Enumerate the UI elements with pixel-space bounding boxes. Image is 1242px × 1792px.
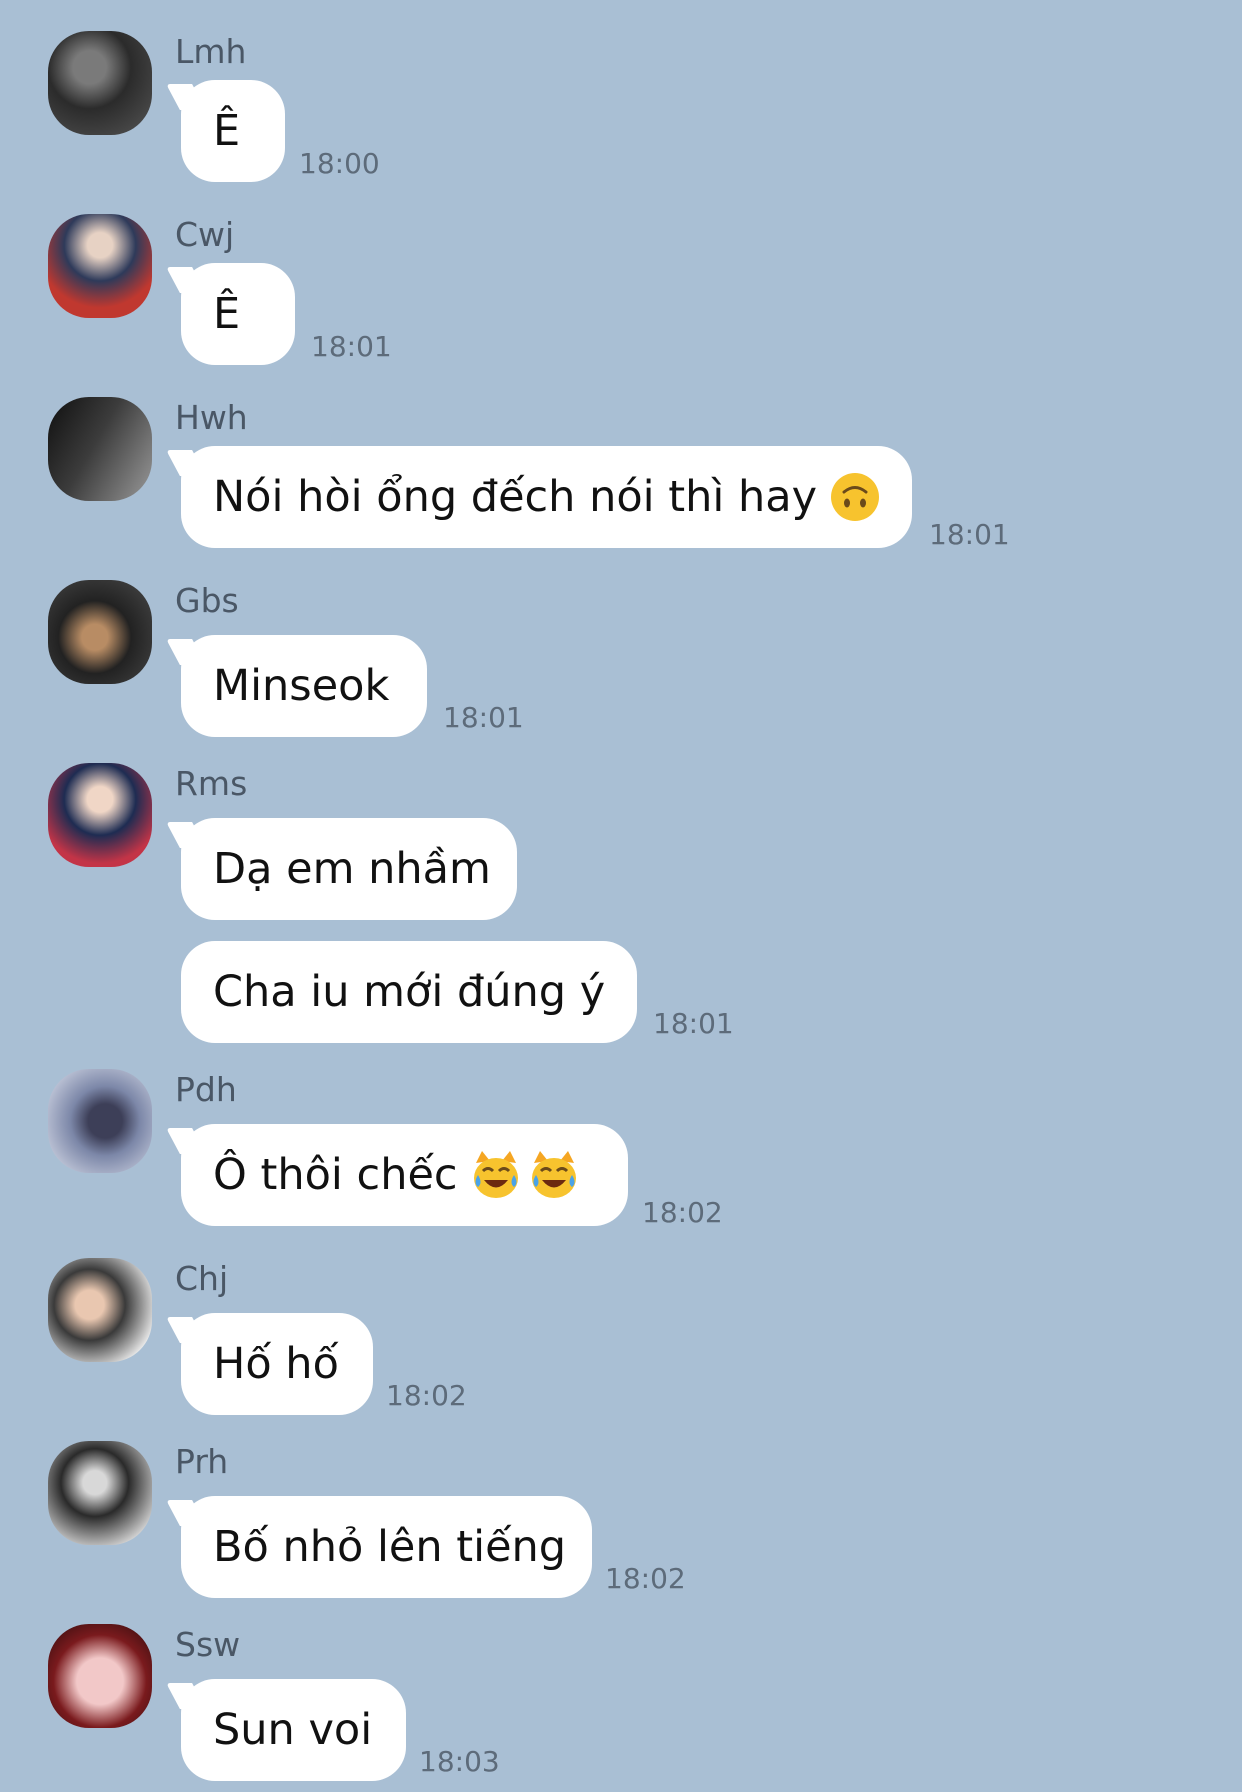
message-text: Ê [213,289,241,339]
sender-name: Gbs [175,581,239,620]
avatar[interactable] [48,763,152,867]
message-time: 18:02 [642,1196,723,1229]
sender-name: Ssw [175,1625,241,1664]
message-time: 18:02 [386,1379,467,1412]
message-time: 18:01 [311,330,392,363]
message-text: Ô thôi chếc [213,1150,458,1200]
message-bubble[interactable]: Hố hố [181,1313,373,1415]
upside-down-face-icon [829,471,881,523]
message-time: 18:03 [419,1745,500,1778]
message-bubble[interactable]: Ê [181,263,295,365]
avatar[interactable] [48,214,152,318]
chat-area[interactable]: Lmh Ê 18:00 Cwj Ê 18:01 Hwh Nói hòi ổng … [0,0,1242,1792]
message-text: Nói hòi ổng đếch nói thì hay [213,472,818,522]
message-bubble[interactable]: Nói hòi ổng đếch nói thì hay [181,446,912,548]
cat-tears-of-joy-icon [470,1149,522,1201]
message-text: Dạ em nhầm [213,844,491,894]
cat-tears-of-joy-icon [528,1149,580,1201]
message-bubble[interactable]: Ê [181,80,285,182]
message-bubble[interactable]: Dạ em nhầm [181,818,517,920]
sender-name: Rms [175,764,248,803]
sender-name: Hwh [175,398,248,437]
message-text: Sun voi [213,1705,373,1755]
message-time: 18:02 [605,1562,686,1595]
message-time: 18:00 [299,147,380,180]
sender-name: Pdh [175,1070,237,1109]
sender-name: Chj [175,1259,229,1298]
sender-name: Prh [175,1442,229,1481]
avatar[interactable] [48,1069,152,1173]
message-text: Hố hố [213,1339,339,1389]
avatar[interactable] [48,1624,152,1728]
message-text: Bố nhỏ lên tiếng [213,1522,567,1572]
sender-name: Lmh [175,32,247,71]
message-time: 18:01 [443,701,524,734]
sender-name: Cwj [175,215,235,254]
avatar[interactable] [48,580,152,684]
message-time: 18:01 [929,518,1010,551]
avatar[interactable] [48,1258,152,1362]
message-bubble[interactable]: Ô thôi chếc [181,1124,628,1226]
message-bubble[interactable]: Bố nhỏ lên tiếng [181,1496,592,1598]
message-text: Cha iu mới đúng ý [213,967,606,1017]
avatar[interactable] [48,31,152,135]
message-text: Minseok [213,661,390,711]
message-bubble[interactable]: Minseok [181,635,427,737]
message-text: Ê [213,106,241,156]
avatar[interactable] [48,397,152,501]
avatar[interactable] [48,1441,152,1545]
message-bubble[interactable]: Cha iu mới đúng ý [181,941,637,1043]
message-bubble[interactable]: Sun voi [181,1679,406,1781]
message-time: 18:01 [653,1007,734,1040]
